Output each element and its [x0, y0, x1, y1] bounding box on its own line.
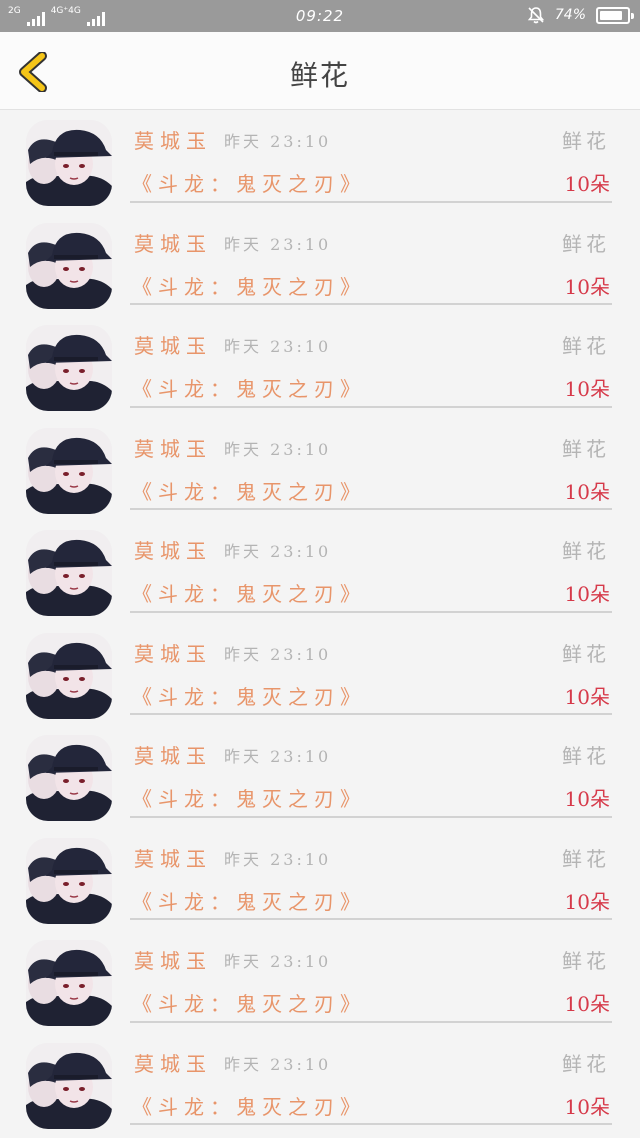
sender-name[interactable]: 莫城玉: [134, 228, 212, 257]
sender-name[interactable]: 莫城玉: [134, 330, 212, 359]
timestamp: 昨天 23:10: [224, 439, 332, 459]
gift-record-list: 莫城玉 昨天 23:10 鲜花 《斗龙：鬼灭之刃》 10朵 莫城玉 昨天 23:…: [0, 110, 640, 1135]
gift-type: 鲜花: [562, 539, 610, 563]
list-item[interactable]: 莫城玉 昨天 23:10 鲜花 《斗龙：鬼灭之刃》 10朵: [0, 1033, 640, 1136]
gift-amount: 10朵: [564, 479, 610, 504]
list-item[interactable]: 莫城玉 昨天 23:10 鲜花 《斗龙：鬼灭之刃》 10朵: [0, 418, 640, 521]
gift-type: 鲜花: [562, 744, 610, 768]
divider: [130, 303, 612, 305]
book-title[interactable]: 《斗龙：鬼灭之刃》: [132, 373, 366, 402]
divider: [130, 405, 612, 408]
avatar[interactable]: [26, 837, 112, 924]
gift-amount: 10朵: [564, 274, 610, 299]
list-item[interactable]: 莫城玉 昨天 23:10 鲜花 《斗龙：鬼灭之刃》 10朵: [0, 930, 640, 1033]
avatar[interactable]: [26, 1042, 112, 1129]
avatar[interactable]: [26, 222, 112, 309]
divider: [130, 200, 612, 203]
list-item[interactable]: 莫城玉 昨天 23:10 鲜花 《斗龙：鬼灭之刃》 10朵: [0, 110, 640, 213]
divider: [130, 918, 612, 920]
divider: [130, 508, 612, 510]
timestamp: 昨天 23:10: [224, 747, 332, 766]
avatar[interactable]: [26, 530, 112, 616]
avatar[interactable]: [26, 940, 112, 1026]
gift-amount: 10朵: [564, 889, 610, 914]
bell-mute-icon: [527, 7, 545, 24]
list-item[interactable]: 莫城玉 昨天 23:10 鲜花 《斗龙：鬼灭之刃》 10朵: [0, 623, 640, 726]
avatar[interactable]: [26, 427, 112, 514]
app-header: 鲜花: [0, 32, 640, 110]
gift-amount: 10朵: [564, 1094, 610, 1119]
list-item[interactable]: 莫城玉 昨天 23:10 鲜花 《斗龙：鬼灭之刃》 10朵: [0, 725, 640, 828]
sender-name[interactable]: 莫城玉: [134, 433, 212, 462]
gift-amount: 10朵: [564, 172, 610, 196]
list-item[interactable]: 莫城玉 昨天 23:10 鲜花 《斗龙：鬼灭之刃》 10朵: [0, 828, 640, 931]
timestamp: 昨天 23:10: [224, 849, 332, 869]
gift-amount: 10朵: [564, 992, 610, 1016]
book-title[interactable]: 《斗龙：鬼灭之刃》: [132, 578, 366, 607]
divider: [130, 815, 612, 818]
timestamp: 昨天 23:10: [224, 952, 332, 971]
sender-name[interactable]: 莫城玉: [134, 1048, 212, 1077]
list-item[interactable]: 莫城玉 昨天 23:10 鲜花 《斗龙：鬼灭之刃》 10朵: [0, 213, 640, 316]
list-item[interactable]: 莫城玉 昨天 23:10 鲜花 《斗龙：鬼灭之刃》 10朵: [0, 315, 640, 418]
sender-name[interactable]: 莫城玉: [134, 535, 212, 564]
book-title[interactable]: 《斗龙：鬼灭之刃》: [132, 681, 366, 710]
gift-type: 鲜花: [562, 129, 610, 153]
gift-type: 鲜花: [562, 231, 610, 256]
sender-name[interactable]: 莫城玉: [134, 638, 212, 667]
gift-type: 鲜花: [562, 641, 610, 666]
gift-amount: 10朵: [564, 377, 610, 401]
battery-icon: [596, 6, 634, 24]
sender-name[interactable]: 莫城玉: [134, 125, 212, 154]
book-title[interactable]: 《斗龙：鬼灭之刃》: [132, 783, 366, 812]
gift-type: 鲜花: [562, 334, 610, 358]
divider: [130, 610, 612, 613]
timestamp: 昨天 23:10: [224, 132, 332, 151]
book-title[interactable]: 《斗龙：鬼灭之刃》: [132, 476, 366, 505]
divider: [130, 1020, 612, 1023]
gift-type: 鲜花: [562, 949, 610, 973]
avatar[interactable]: [26, 632, 112, 719]
sender-name[interactable]: 莫城玉: [134, 740, 212, 769]
sender-name[interactable]: 莫城玉: [134, 945, 212, 974]
gift-type: 鲜花: [562, 1051, 610, 1076]
avatar[interactable]: [26, 325, 112, 411]
gift-type: 鲜花: [562, 436, 610, 461]
sender-name[interactable]: 莫城玉: [134, 843, 212, 872]
avatar[interactable]: [26, 120, 112, 206]
gift-amount: 10朵: [564, 582, 610, 606]
timestamp: 昨天 23:10: [224, 337, 332, 356]
timestamp: 昨天 23:10: [224, 542, 332, 561]
book-title[interactable]: 《斗龙：鬼灭之刃》: [132, 886, 366, 915]
timestamp: 昨天 23:10: [224, 644, 332, 664]
status-bar: 2G 4G⁺4G 09:22 74%: [0, 0, 640, 32]
gift-type: 鲜花: [562, 846, 610, 871]
timestamp: 昨天 23:10: [224, 1054, 332, 1074]
timestamp: 昨天 23:10: [224, 234, 332, 254]
avatar[interactable]: [26, 735, 112, 821]
battery-percent: 74%: [554, 7, 586, 23]
book-title[interactable]: 《斗龙：鬼灭之刃》: [132, 1091, 366, 1120]
list-item[interactable]: 莫城玉 昨天 23:10 鲜花 《斗龙：鬼灭之刃》 10朵: [0, 520, 640, 623]
divider: [130, 1123, 612, 1125]
gift-amount: 10朵: [564, 787, 610, 811]
book-title[interactable]: 《斗龙：鬼灭之刃》: [132, 988, 366, 1017]
book-title[interactable]: 《斗龙：鬼灭之刃》: [132, 168, 366, 197]
book-title[interactable]: 《斗龙：鬼灭之刃》: [132, 271, 366, 300]
page-title: 鲜花: [289, 59, 350, 92]
gift-amount: 10朵: [564, 684, 610, 709]
divider: [130, 713, 612, 715]
